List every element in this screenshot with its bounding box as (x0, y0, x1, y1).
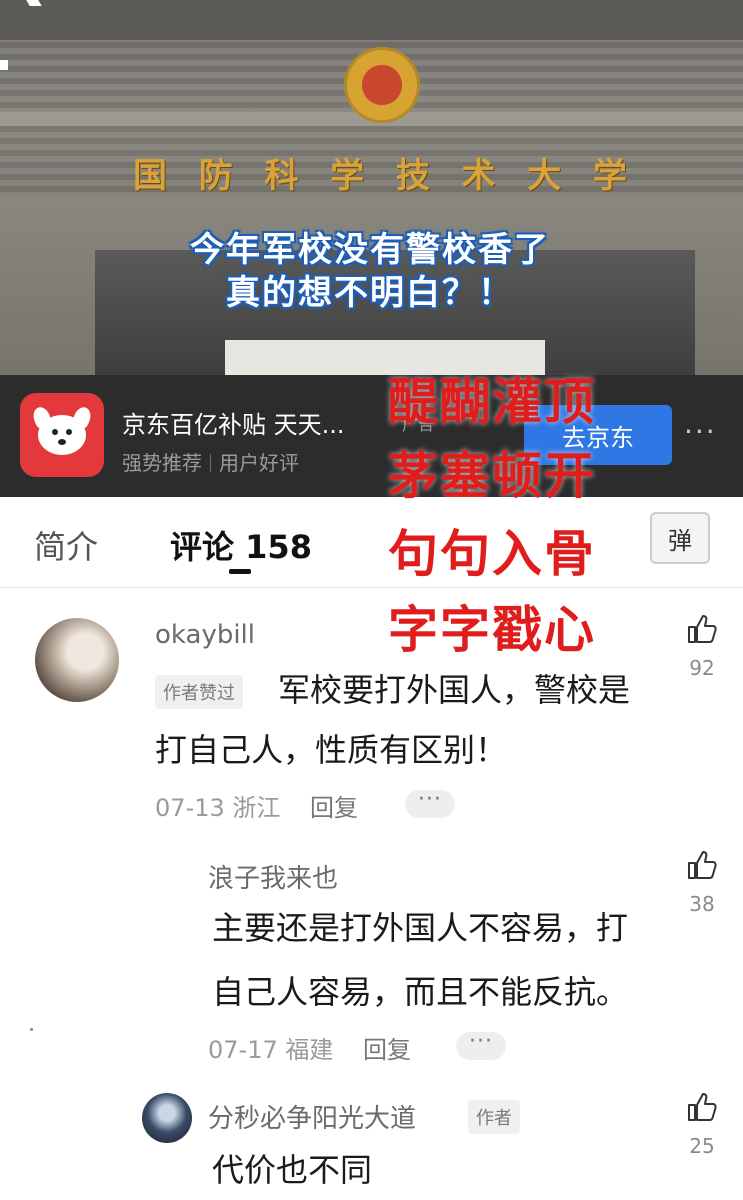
plaque-char: 技 (395, 156, 430, 196)
video-caption-line1: 今年军校没有警校香了 (190, 230, 550, 270)
edge-marker-icon (0, 60, 8, 70)
plaque-char: 大 (527, 156, 562, 196)
comment-meta: 07-13 浙江 回复 (155, 788, 358, 823)
divider (0, 587, 743, 588)
like-button[interactable]: 38 (680, 848, 724, 916)
like-count: 25 (689, 1134, 715, 1158)
ad-banner[interactable]: 京东百亿补贴 天天... 广告 强势推荐 用户好评 去京东 ··· (0, 375, 743, 497)
tab-bar: 简介 评论 158 弹 (0, 497, 743, 587)
overlay-caption: 句句入骨 (388, 525, 596, 583)
overlay-caption: 醍醐灌顶 (388, 373, 596, 431)
comment-meta: 07-17 福建 回复 (208, 1030, 411, 1065)
plaque-char: 学 (330, 156, 365, 196)
university-plaque: 国 防 科 学 技 术 大 学 (110, 150, 650, 196)
thumbs-up-icon (688, 851, 717, 879)
comment-text-line: 主要还是打外国人不容易，打 (212, 909, 629, 947)
reply-button[interactable]: 回复 (363, 1036, 411, 1064)
like-count: 92 (689, 656, 715, 680)
ad-sub-left: 强势推荐 (122, 451, 202, 475)
plaque-char: 防 (198, 156, 233, 196)
jd-app-logo-icon (20, 393, 104, 477)
author-liked-badge: 作者赞过 (155, 675, 243, 709)
tab-intro[interactable]: 简介 (34, 522, 98, 568)
national-emblem-icon (347, 50, 417, 120)
logo-dog-face (38, 415, 86, 455)
logo-nose (58, 439, 66, 445)
comment-text-line: 自己人容易，而且不能反抗。 (212, 973, 629, 1011)
like-count: 38 (689, 892, 715, 916)
logo-eye (66, 429, 72, 435)
ad-sub-right: 用户好评 (219, 451, 299, 475)
like-button[interactable]: 92 (680, 612, 724, 680)
author-badge: 作者 (468, 1100, 520, 1134)
comment-text-line: 军校要打外国人，警校是 (278, 671, 631, 709)
comment-date-location: 07-17 福建 (208, 1036, 334, 1064)
tab-comments-label: 评论 (170, 528, 235, 566)
scroll-marker (30, 1028, 33, 1031)
comment-count: 158 (245, 528, 312, 566)
ad-subtitle: 强势推荐 用户好评 (122, 447, 299, 476)
video-caption-line2: 真的想不明白？！ (226, 273, 514, 313)
plaque-char: 术 (461, 156, 496, 196)
comment-text-line: 代价也不同 (212, 1151, 373, 1189)
reply-button[interactable]: 回复 (310, 794, 358, 822)
plaque-char: 科 (264, 156, 299, 196)
danmu-icon: 弹 (668, 526, 692, 555)
overlay-caption: 字字戳心 (388, 601, 596, 659)
plaque-char: 国 (133, 156, 167, 196)
more-actions-icon[interactable]: ··· (456, 1031, 506, 1060)
more-options-icon[interactable]: ··· (684, 415, 717, 448)
video-player[interactable]: 国 防 科 学 技 术 大 学 今年军校没有警校香了 真的想不明白？！ (0, 0, 743, 375)
comment-username[interactable]: okaybill (155, 620, 255, 650)
active-tab-indicator (229, 569, 251, 574)
logo-eye (52, 429, 58, 435)
more-actions-icon[interactable]: ··· (405, 789, 455, 818)
danmu-toggle-button[interactable]: 弹 (650, 512, 710, 564)
comment-date-location: 07-13 浙江 (155, 794, 281, 822)
comment-text-line: 打自己人，性质有区别！ (155, 731, 508, 769)
comment-username[interactable]: 分秒必争阳光大道 (208, 1098, 416, 1135)
tab-comments[interactable]: 评论 158 (170, 522, 312, 568)
overlay-caption: 茅塞顿开 (388, 447, 596, 505)
ad-sub-divider (210, 454, 211, 472)
ad-title: 京东百亿补贴 天天... (122, 411, 345, 439)
avatar[interactable] (35, 618, 119, 702)
thumbs-up-icon (688, 615, 717, 643)
avatar[interactable] (142, 1093, 192, 1143)
comment-username[interactable]: 浪子我来也 (208, 858, 338, 895)
plaque-char: 学 (592, 156, 627, 196)
building-roof (0, 0, 743, 40)
thumbs-up-icon (688, 1093, 717, 1121)
like-button[interactable]: 25 (680, 1090, 724, 1158)
